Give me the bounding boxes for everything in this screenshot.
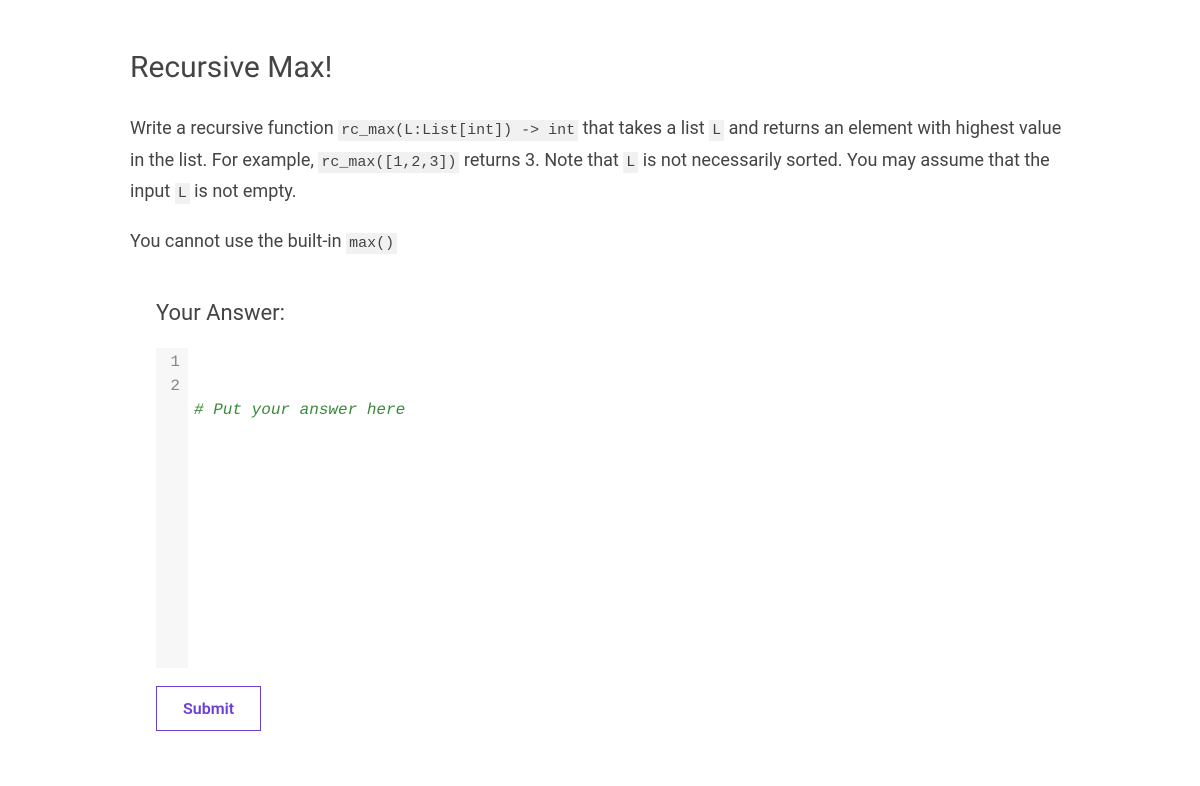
line-gutter: 1 2 (156, 348, 188, 668)
answer-label: Your Answer: (156, 301, 1070, 326)
code-line (194, 470, 1010, 494)
code-var: L (623, 152, 638, 173)
code-var: L (709, 120, 724, 141)
text-fragment: is not empty. (190, 181, 297, 202)
page-title: Recursive Max! (130, 50, 1070, 85)
text-fragment: returns 3. Note that (459, 150, 623, 171)
text-fragment: Write a recursive function (130, 118, 338, 139)
line-number: 1 (164, 350, 180, 374)
code-example: rc_max([1,2,3]) (318, 152, 459, 173)
description-paragraph-1: Write a recursive function rc_max(L:List… (130, 113, 1070, 208)
text-fragment: You cannot use the built-in (130, 231, 346, 252)
code-line: # Put your answer here (194, 398, 1010, 422)
code-area[interactable]: # Put your answer here (188, 348, 1016, 668)
code-editor[interactable]: 1 2 # Put your answer here (156, 348, 1016, 668)
submit-button[interactable]: Submit (156, 686, 261, 731)
code-signature: rc_max(L:List[int]) -> int (338, 120, 578, 141)
answer-section: Your Answer: 1 2 # Put your answer here … (156, 301, 1070, 731)
code-comment: # Put your answer here (194, 401, 405, 419)
code-builtin: max() (346, 233, 397, 254)
description-paragraph-2: You cannot use the built-in max() (130, 226, 1070, 258)
text-fragment: that takes a list (578, 118, 709, 139)
problem-description: Write a recursive function rc_max(L:List… (130, 113, 1070, 257)
code-var: L (175, 183, 190, 204)
line-number: 2 (164, 374, 180, 398)
